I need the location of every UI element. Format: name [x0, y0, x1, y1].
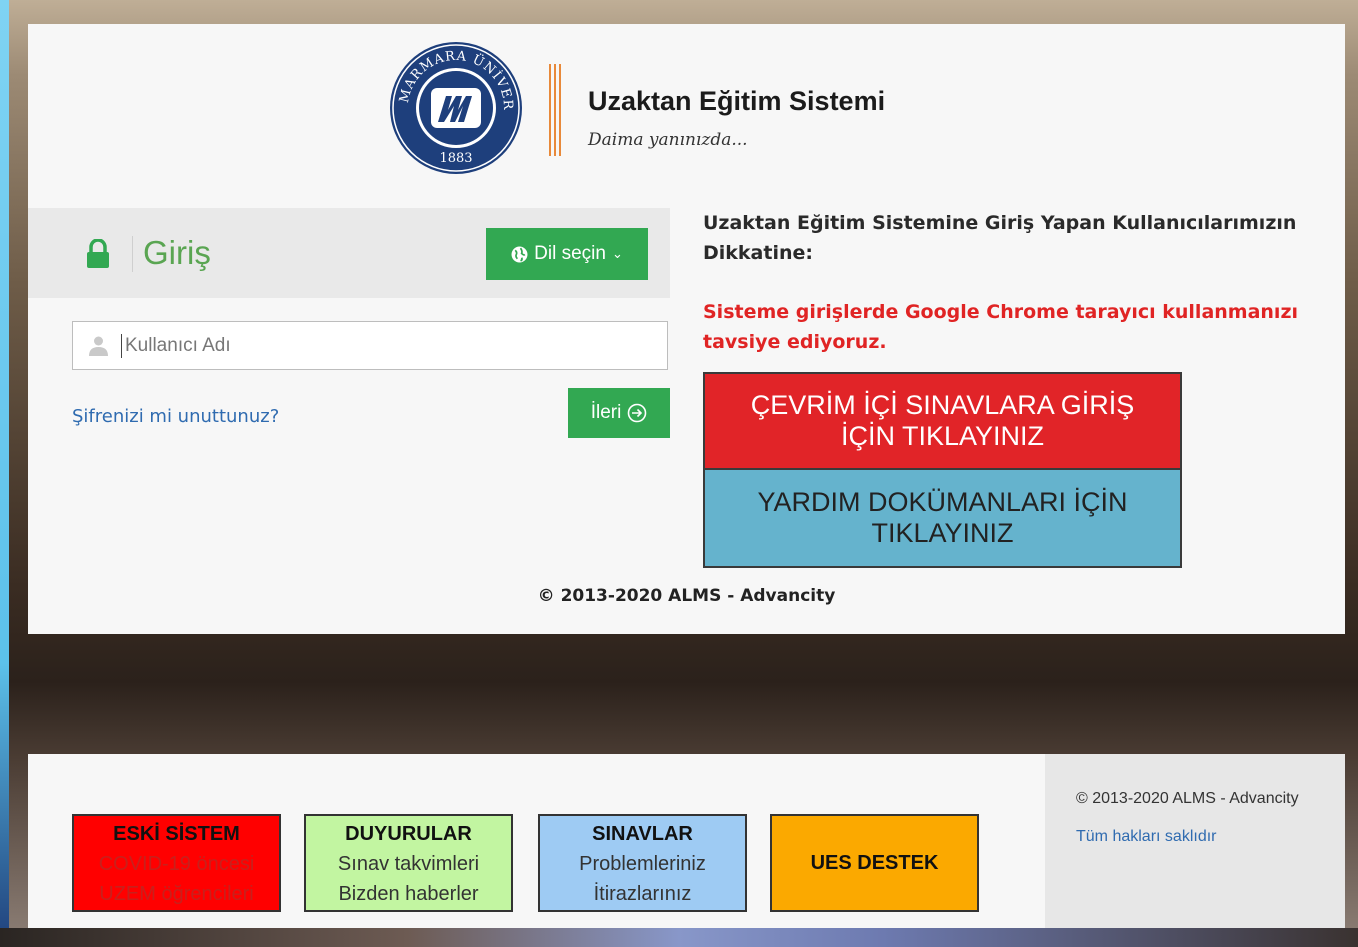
- footer-copyright: © 2013-2020 ALMS - Advancity: [1076, 790, 1299, 807]
- exams-line1: Problemleriniz: [579, 853, 706, 875]
- language-select-label: Dil seçin: [534, 243, 606, 264]
- lock-icon: [87, 239, 109, 268]
- exams-box[interactable]: SINAVLAR Problemleriniz İtirazlarınız: [538, 814, 747, 912]
- header-separator: [132, 236, 133, 272]
- user-icon: [89, 336, 108, 356]
- forgot-password-link[interactable]: Şifrenizi mi unuttunuz?: [72, 406, 279, 427]
- next-button-label: İleri: [590, 402, 622, 423]
- copyright: © 2013-2020 ALMS - Advancity: [537, 586, 836, 606]
- online-exams-button[interactable]: ÇEVRİM İÇİ SINAVLARA GİRİŞ İÇİN TIKLAYIN…: [703, 372, 1182, 470]
- language-select-button[interactable]: Dil seçin ⌄: [486, 228, 648, 280]
- login-title: Giriş: [143, 234, 211, 271]
- browser-warning: Sisteme girişlerde Google Chrome tarayıc…: [703, 301, 1299, 353]
- login-header: Giriş Dil seçin ⌄: [28, 208, 670, 298]
- next-button[interactable]: İleri: [568, 388, 670, 438]
- chevron-down-icon: ⌄: [611, 246, 623, 261]
- rights-link[interactable]: Tüm hakları saklıdır: [1076, 828, 1216, 846]
- background-edge: [0, 0, 9, 947]
- background-strip: [0, 928, 1358, 947]
- announcements-box[interactable]: DUYURULAR Sınav takvimleri Bizden haberl…: [304, 814, 513, 912]
- exams-title: SINAVLAR: [592, 823, 693, 845]
- footer-side-panel: © 2013-2020 ALMS - Advancity Tüm hakları…: [1045, 754, 1345, 928]
- announcements-line2: Bizden haberler: [338, 883, 479, 905]
- old-system-line1: COVID-19 öncesi: [98, 853, 255, 875]
- announcements-title: DUYURULAR: [345, 823, 472, 845]
- old-system-line2: UZEM öğrencileri: [99, 883, 254, 905]
- login-card: MARMARA ÜNİVERSİTESİ 1883 Uzaktan Eğitim…: [28, 24, 1345, 634]
- brand-tagline: Daima yanınızda...: [588, 130, 748, 150]
- footer-links: ESKİ SİSTEM COVID-19 öncesi UZEM öğrenci…: [28, 754, 1045, 928]
- seal-year: 1883: [439, 151, 472, 166]
- arrow-right-circle-icon: [628, 403, 647, 423]
- username-field[interactable]: [72, 321, 668, 370]
- brand-title: Uzaktan Eğitim Sistemi: [588, 86, 886, 116]
- ues-support-title: UES DESTEK: [810, 852, 939, 874]
- old-system-box[interactable]: ESKİ SİSTEM COVID-19 öncesi UZEM öğrenci…: [72, 814, 281, 912]
- ues-support-box[interactable]: UES DESTEK: [770, 814, 979, 912]
- notice-title: Uzaktan Eğitim Sistemine Giriş Yapan Kul…: [703, 212, 1297, 264]
- university-seal-logo: MARMARA ÜNİVERSİTESİ 1883: [383, 27, 524, 176]
- old-system-title: ESKİ SİSTEM: [113, 823, 240, 845]
- announcements-line1: Sınav takvimleri: [337, 853, 480, 875]
- help-documents-button[interactable]: YARDIM DOKÜMANLARI İÇİN TIKLAYINIZ: [703, 470, 1182, 568]
- exams-line2: İtirazlarınız: [593, 883, 692, 905]
- username-input[interactable]: [121, 334, 661, 358]
- globe-icon: [511, 246, 528, 262]
- brand-divider: [549, 64, 561, 156]
